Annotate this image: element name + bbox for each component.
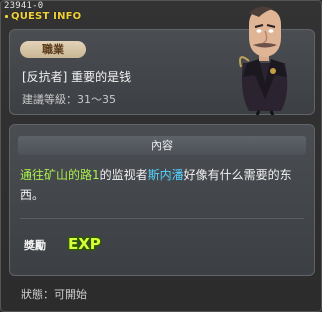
reward-label: 獎勵 xyxy=(24,239,46,252)
quest-content-panel: 內容 通往矿山的路1的监视者斯内潘好像有什么需要的东西。 獎勵 EXP EXP xyxy=(9,124,315,276)
content-section-header: 內容 xyxy=(18,136,306,155)
exp-text: EXP xyxy=(68,235,101,253)
recommended-level: 建議等級：31～35 xyxy=(22,93,116,106)
divider xyxy=(20,218,304,219)
title-bullet-icon xyxy=(5,15,8,18)
map-name-link[interactable]: 通往矿山的路1 xyxy=(20,168,100,182)
description-text: 的监视者 xyxy=(99,168,148,182)
quest-description: 通往矿山的路1的监视者斯内潘好像有什么需要的东西。 xyxy=(20,165,304,205)
quest-id: 23941-0 xyxy=(4,1,44,11)
job-badge: 職業 xyxy=(20,41,86,58)
npc-portrait xyxy=(239,6,288,115)
npc-name-link[interactable]: 斯内潘 xyxy=(148,168,184,182)
quest-info-window: 23941-0 QUEST INFO 職業 [反抗者] 重要的是钱 建議等級：3… xyxy=(0,0,322,312)
quest-status: 狀態：可開始 xyxy=(21,288,87,301)
quest-name: [反抗者] 重要的是钱 xyxy=(22,70,132,84)
window-title: QUEST INFO xyxy=(11,11,82,22)
exp-reward-icon: EXP EXP xyxy=(67,234,103,255)
